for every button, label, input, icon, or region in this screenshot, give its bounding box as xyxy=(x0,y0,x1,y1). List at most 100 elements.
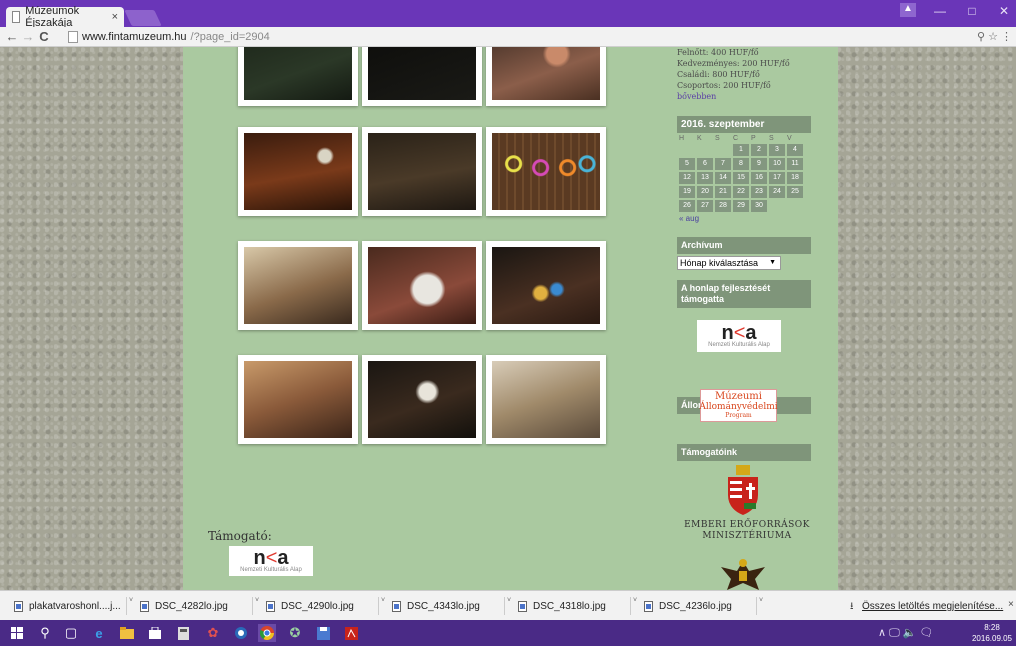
gallery-thumbnail[interactable] xyxy=(486,241,606,330)
gallery-thumbnail[interactable] xyxy=(486,355,606,444)
calendar-day[interactable]: 12 xyxy=(679,172,695,184)
system-tray-icons[interactable]: ∧ 🖵 🔈 🗨 xyxy=(878,626,934,640)
coat-of-arms-icon[interactable] xyxy=(726,465,760,515)
calendar-day[interactable]: 27 xyxy=(697,200,713,212)
app-icon[interactable]: ✪ xyxy=(286,624,304,642)
download-item[interactable]: plakatvaroshonl....j... xyxy=(14,595,124,617)
chevron-down-icon[interactable]: ˅ xyxy=(378,597,388,615)
save-icon[interactable] xyxy=(314,624,332,642)
acrobat-icon[interactable] xyxy=(342,624,360,642)
file-explorer-icon[interactable] xyxy=(118,624,136,642)
calendar-day[interactable]: 4 xyxy=(787,144,803,156)
taskbar-clock[interactable]: 8:28 2016.09.05 xyxy=(970,622,1014,644)
calendar-day[interactable]: 28 xyxy=(715,200,731,212)
download-item[interactable]: DSC_4290lo.jpg xyxy=(266,595,376,617)
calendar-day[interactable]: 19 xyxy=(679,186,695,198)
allomany-program-logo[interactable]: Múzeumi Állományvédelmi Program xyxy=(699,389,778,422)
calendar-day[interactable]: 20 xyxy=(697,186,713,198)
show-all-downloads-link[interactable]: Összes letöltés megjelenítése... xyxy=(862,601,1003,612)
more-link[interactable]: bővebben xyxy=(677,92,716,101)
calendar-day[interactable]: 3 xyxy=(769,144,785,156)
calendar-day[interactable]: 5 xyxy=(679,158,695,170)
browser-tab[interactable]: Múzeumok Éjszakája × xyxy=(6,5,124,29)
chrome-icon[interactable] xyxy=(258,624,276,642)
calendar-day[interactable]: 10 xyxy=(769,158,785,170)
price-adult: Felnőtt: 400 HUF/fő xyxy=(677,48,759,57)
calculator-icon[interactable] xyxy=(174,624,192,642)
calendar-day[interactable]: 26 xyxy=(679,200,695,212)
chevron-down-icon[interactable]: ˅ xyxy=(126,597,136,615)
chevron-down-icon[interactable]: ˅ xyxy=(252,597,262,615)
calendar-empty-cell xyxy=(787,200,803,212)
url-field[interactable]: www.fintamuzeum.hu/?page_id=2904 xyxy=(68,29,988,45)
download-item[interactable]: DSC_4282lo.jpg xyxy=(140,595,250,617)
gallery-thumbnail[interactable] xyxy=(486,127,606,216)
url-domain: www.fintamuzeum.hu xyxy=(82,31,187,43)
archive-month-select[interactable]: Hónap kiválasztása ▼ xyxy=(677,256,781,270)
zoom-star-menu-icons[interactable]: ⚲ ☆ ⋮ xyxy=(977,30,1012,43)
calendar-day[interactable]: 15 xyxy=(733,172,749,184)
task-view-icon[interactable]: ▢ xyxy=(62,624,80,642)
calendar-day[interactable]: 8 xyxy=(733,158,749,170)
chevron-down-icon[interactable]: ˅ xyxy=(504,597,514,615)
calendar-day[interactable]: 17 xyxy=(769,172,785,184)
calendar-day[interactable]: 25 xyxy=(787,186,803,198)
calendar-day[interactable]: 13 xyxy=(697,172,713,184)
download-item[interactable]: DSC_4236lo.jpg xyxy=(644,595,754,617)
chevron-down-icon[interactable]: ˅ xyxy=(630,597,640,615)
close-downloads-icon[interactable]: × xyxy=(1008,599,1014,610)
gallery-thumbnail[interactable] xyxy=(238,47,358,106)
calendar-day[interactable]: 6 xyxy=(697,158,713,170)
calendar-day[interactable]: 22 xyxy=(733,186,749,198)
calendar-day[interactable]: 1 xyxy=(733,144,749,156)
emmi-logo-text[interactable]: EMBERI ERŐFORRÁSOK MINISZTÉRIUMA xyxy=(677,520,817,542)
chevron-down-icon[interactable]: ˅ xyxy=(756,597,766,615)
gallery-thumbnail[interactable] xyxy=(362,355,482,444)
calendar-day[interactable]: 11 xyxy=(787,158,803,170)
calendar-day[interactable]: 23 xyxy=(751,186,767,198)
search-icon[interactable]: ⚲ xyxy=(36,624,54,642)
weekday-label: V xyxy=(787,135,792,142)
calendar-day[interactable]: 24 xyxy=(769,186,785,198)
archive-title: Archívum xyxy=(677,237,811,254)
tab-close-icon[interactable]: × xyxy=(112,11,118,23)
calendar-day[interactable]: 16 xyxy=(751,172,767,184)
windows-start-icon[interactable] xyxy=(8,624,26,642)
gallery-thumbnail[interactable] xyxy=(238,127,358,216)
user-icon[interactable]: ▲ xyxy=(900,3,916,17)
new-tab-button[interactable] xyxy=(124,10,162,26)
nka-logo[interactable]: n<a Nemzeti Kulturális Alap xyxy=(229,546,313,576)
forward-arrow-icon[interactable]: → xyxy=(20,29,36,44)
close-window-button[interactable]: ✕ xyxy=(994,4,1014,22)
gallery-thumbnail[interactable] xyxy=(362,47,482,106)
calendar-day[interactable]: 9 xyxy=(751,158,767,170)
download-item[interactable]: DSC_4343lo.jpg xyxy=(392,595,502,617)
reload-icon[interactable]: C xyxy=(36,29,52,44)
edge-browser-icon[interactable]: e xyxy=(90,624,108,642)
web-page: Támogató: n<a Nemzeti Kulturális Alap Fe… xyxy=(0,47,1016,590)
gallery-thumbnail[interactable] xyxy=(362,127,482,216)
calendar-day[interactable]: 18 xyxy=(787,172,803,184)
calendar-day[interactable]: 30 xyxy=(751,200,767,212)
gallery-thumbnail[interactable] xyxy=(362,241,482,330)
calendar-day[interactable]: 14 xyxy=(715,172,731,184)
calendar-day[interactable]: 21 xyxy=(715,186,731,198)
store-icon[interactable] xyxy=(146,624,164,642)
calendar-prev-link[interactable]: « aug xyxy=(677,214,817,223)
back-arrow-icon[interactable]: ← xyxy=(4,29,20,44)
gallery-thumbnail[interactable] xyxy=(486,47,606,106)
download-item[interactable]: DSC_4318lo.jpg xyxy=(518,595,628,617)
calendar-day[interactable]: 2 xyxy=(751,144,767,156)
app-icon[interactable] xyxy=(232,624,250,642)
gallery-thumbnail[interactable] xyxy=(238,241,358,330)
calendar-day[interactable]: 29 xyxy=(733,200,749,212)
file-icon xyxy=(14,600,23,612)
download-filename: DSC_4290lo.jpg xyxy=(281,600,354,612)
minimize-button[interactable]: — xyxy=(930,4,950,22)
calendar-day[interactable]: 7 xyxy=(715,158,731,170)
gallery-thumbnail[interactable] xyxy=(238,355,358,444)
app-icon[interactable]: ✿ xyxy=(204,624,222,642)
nka-logo[interactable]: n<a Nemzeti Kulturális Alap xyxy=(697,320,781,352)
calendar-empty-cell xyxy=(697,144,713,156)
maximize-button[interactable]: □ xyxy=(962,4,982,22)
